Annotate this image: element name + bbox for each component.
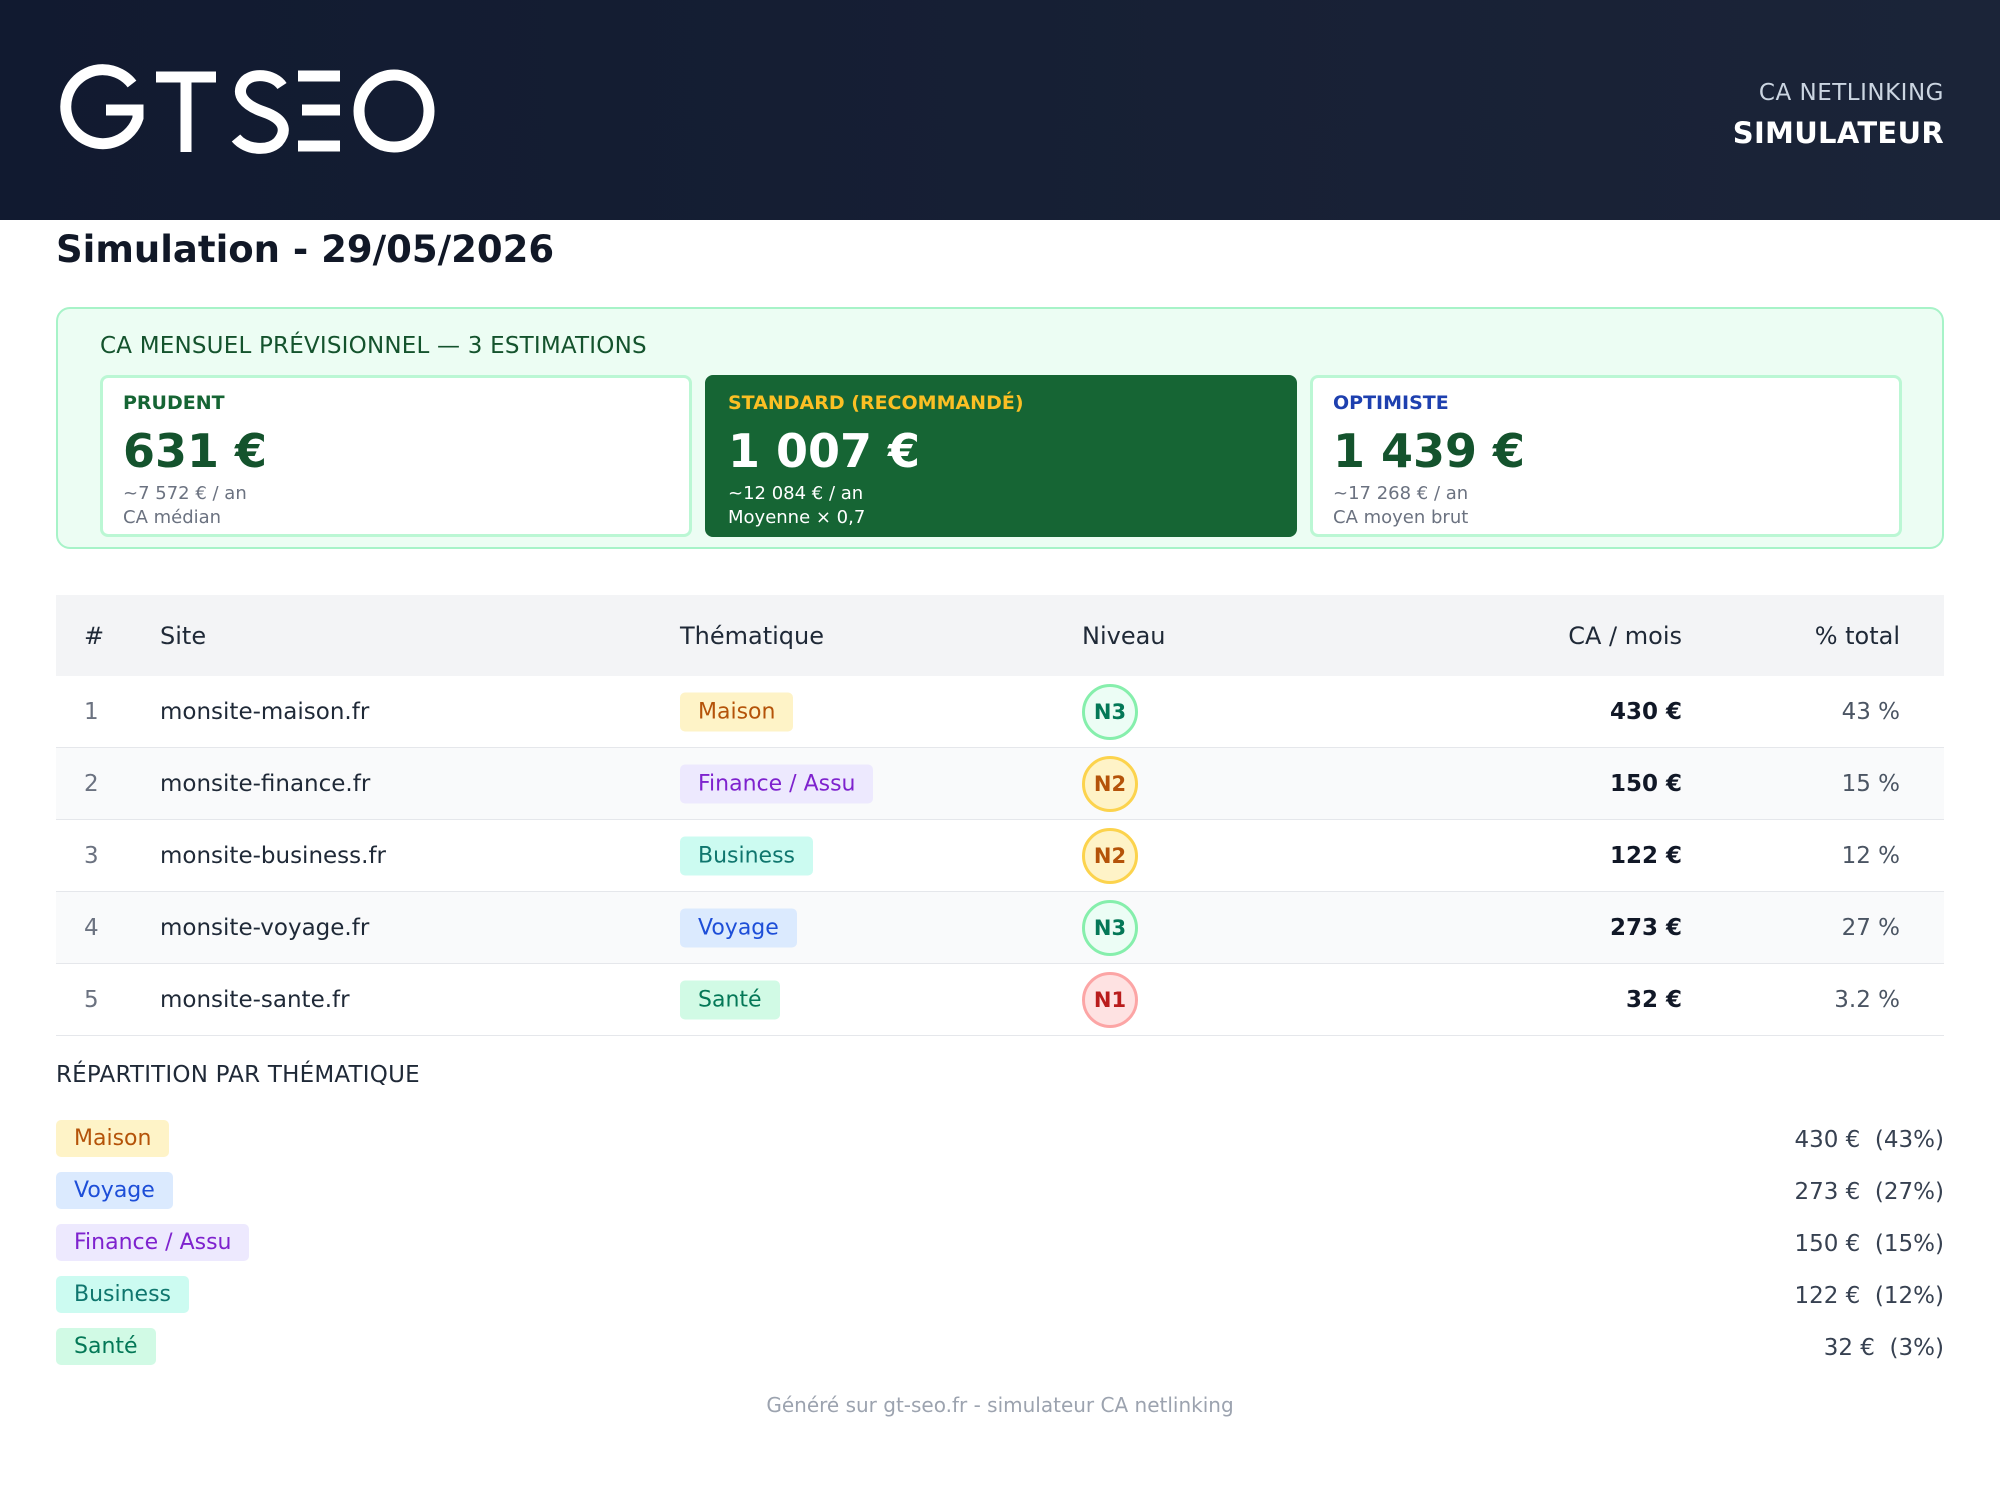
row-pct: 3.2 %	[1834, 986, 1900, 1013]
repartition-item: Voyage 273 € (27%)	[56, 1172, 1944, 1212]
row-num: 5	[84, 986, 99, 1013]
level-badge: N2	[1082, 827, 1138, 884]
row-num: 2	[84, 770, 99, 797]
row-theme: Maison	[680, 692, 794, 731]
table-row: 1 monsite-maison.fr Maison N3 430 € 43 %	[56, 676, 1944, 748]
estimate-basis: CA médian	[123, 507, 222, 528]
estimate-value: 1 439 €	[1333, 424, 1526, 478]
header-brand: CA NETLINKING SIMULATEUR	[1733, 80, 1944, 150]
row-level: N3	[1082, 683, 1138, 740]
gt-seo-logo	[56, 60, 436, 159]
row-level: N2	[1082, 827, 1138, 884]
column-header-theme: Thématique	[680, 621, 825, 650]
page-header: CA NETLINKING SIMULATEUR	[0, 0, 2000, 220]
estimate-label: OPTIMISTE	[1333, 392, 1449, 414]
theme-tag: Voyage	[680, 908, 797, 947]
column-header-num: #	[84, 621, 105, 650]
row-level: N1	[1082, 971, 1138, 1028]
table-header: # Site Thématique Niveau CA / mois % tot…	[56, 595, 1944, 676]
theme-tag: Finance / Assu	[680, 764, 874, 803]
row-site: monsite-maison.fr	[160, 698, 370, 725]
row-ca: 273 €	[1609, 914, 1682, 941]
row-site: monsite-business.fr	[160, 842, 387, 869]
row-num: 3	[84, 842, 99, 869]
column-header-ca: CA / mois	[1568, 621, 1682, 650]
page-title: Simulation - 29/05/2026	[56, 228, 555, 271]
estimate-basis: CA moyen brut	[1333, 507, 1469, 528]
theme-tag: Business	[56, 1276, 190, 1313]
gt-seo-logo-mark	[60, 64, 435, 154]
table-row: 4 monsite-voyage.fr Voyage N3 273 € 27 %	[56, 892, 1944, 964]
theme-tag: Maison	[56, 1120, 170, 1157]
repartition-item: Business 122 € (12%)	[56, 1276, 1944, 1316]
column-header-site: Site	[160, 621, 207, 650]
theme-tag: Santé	[56, 1328, 156, 1365]
repartition-title: RÉPARTITION PAR THÉMATIQUE	[56, 1062, 420, 1088]
level-badge: N3	[1082, 899, 1138, 956]
column-header-pct: % total	[1814, 621, 1900, 650]
theme-tag: Business	[680, 836, 814, 875]
estimates-heading: CA MENSUEL PRÉVISIONNEL — 3 ESTIMATIONS	[100, 333, 647, 359]
repartition-amount: 150 € (15%)	[1794, 1231, 1944, 1257]
row-num: 1	[84, 698, 99, 725]
repartition-item: Finance / Assu 150 € (15%)	[56, 1224, 1944, 1264]
repartition-amount: 122 € (12%)	[1794, 1283, 1944, 1309]
brand-title: SIMULATEUR	[1732, 116, 1944, 150]
level-badge: N3	[1082, 683, 1138, 740]
estimate-label: PRUDENT	[123, 392, 225, 414]
level-badge: N2	[1082, 755, 1138, 812]
theme-tag: Voyage	[56, 1172, 173, 1209]
estimate-card-optimiste: OPTIMISTE 1 439 € ~17 268 € / an CA moye…	[1310, 375, 1902, 537]
row-site: monsite-sante.fr	[160, 986, 350, 1013]
row-level: N2	[1082, 755, 1138, 812]
estimate-value: 1 007 €	[728, 424, 921, 478]
row-pct: 43 %	[1841, 698, 1900, 725]
row-ca: 430 €	[1609, 698, 1682, 725]
theme-tag: Santé	[680, 980, 780, 1019]
repartition-amount: 430 € (43%)	[1794, 1127, 1944, 1153]
table-row: 2 monsite-finance.fr Finance / Assu N2 1…	[56, 748, 1944, 820]
row-ca: 122 €	[1609, 842, 1682, 869]
table-row: 3 monsite-business.fr Business N2 122 € …	[56, 820, 1944, 892]
repartition-amount: 32 € (3%)	[1823, 1335, 1944, 1361]
row-theme: Santé	[680, 980, 780, 1019]
row-theme: Voyage	[680, 908, 797, 947]
estimate-value: 631 €	[123, 424, 268, 478]
table-row: 5 monsite-sante.fr Santé N1 32 € 3.2 %	[56, 964, 1944, 1036]
brand-subtitle: CA NETLINKING	[1758, 80, 1944, 106]
column-header-level: Niveau	[1082, 621, 1166, 650]
row-num: 4	[84, 914, 99, 941]
row-site: monsite-voyage.fr	[160, 914, 370, 941]
estimates-panel: CA MENSUEL PRÉVISIONNEL — 3 ESTIMATIONS …	[56, 307, 1944, 549]
estimate-annual: ~17 268 € / an	[1333, 483, 1469, 504]
row-pct: 12 %	[1841, 842, 1900, 869]
theme-tag: Finance / Assu	[56, 1224, 250, 1261]
repartition-amount: 273 € (27%)	[1794, 1179, 1944, 1205]
repartition-item: Maison 430 € (43%)	[56, 1120, 1944, 1160]
sites-table: # Site Thématique Niveau CA / mois % tot…	[56, 595, 1944, 1036]
page-footer: Généré sur gt-seo.fr - simulateur CA net…	[766, 1393, 1234, 1417]
estimate-annual: ~12 084 € / an	[728, 483, 864, 504]
repartition-item: Santé 32 € (3%)	[56, 1328, 1944, 1368]
row-pct: 27 %	[1841, 914, 1900, 941]
estimate-card-prudent: PRUDENT 631 € ~7 572 € / an CA médian	[100, 375, 692, 537]
row-theme: Finance / Assu	[680, 764, 874, 803]
level-badge: N1	[1082, 971, 1138, 1028]
theme-tag: Maison	[680, 692, 794, 731]
row-level: N3	[1082, 899, 1138, 956]
row-site: monsite-finance.fr	[160, 770, 371, 797]
estimate-annual: ~7 572 € / an	[123, 483, 247, 504]
row-theme: Business	[680, 836, 814, 875]
row-pct: 15 %	[1841, 770, 1900, 797]
estimate-card-standard: STANDARD (RECOMMANDÉ) 1 007 € ~12 084 € …	[705, 375, 1297, 537]
estimate-basis: Moyenne × 0,7	[728, 507, 866, 528]
estimate-label: STANDARD (RECOMMANDÉ)	[728, 392, 1024, 414]
row-ca: 150 €	[1609, 770, 1682, 797]
row-ca: 32 €	[1625, 986, 1682, 1013]
